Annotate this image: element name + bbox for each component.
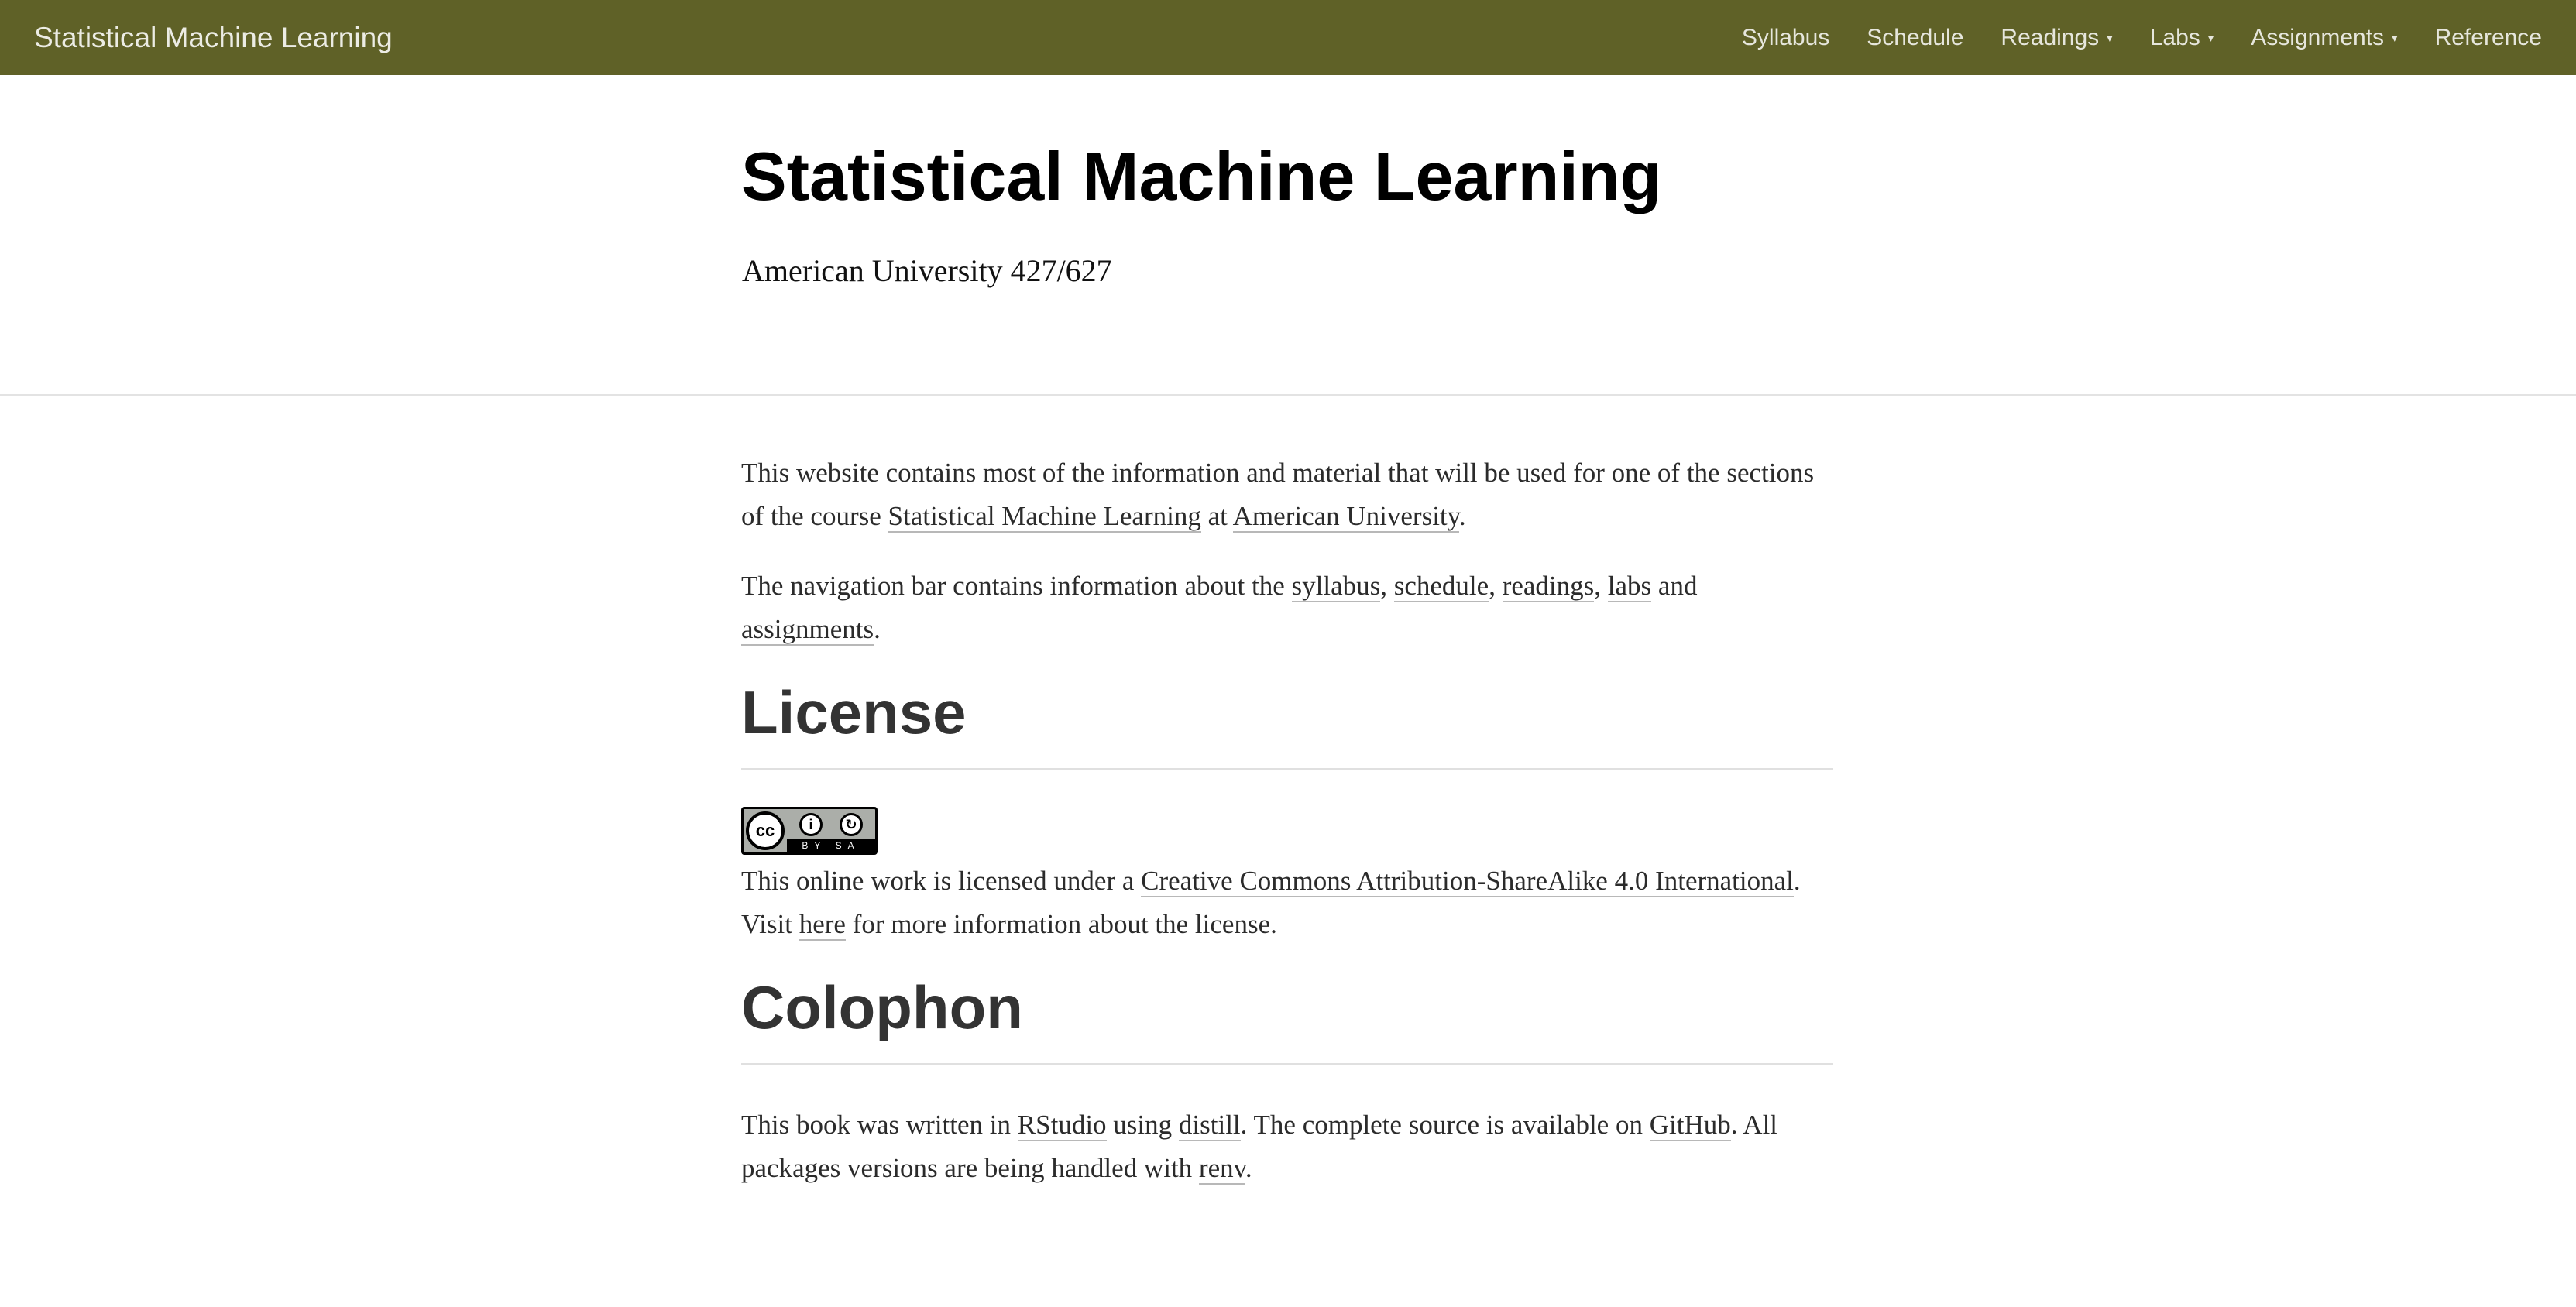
text: This online work is licensed under a (741, 866, 1142, 896)
github-link[interactable]: GitHub (1649, 1110, 1731, 1141)
cc-by-sa-badge-icon[interactable]: cc i ↻ BY SA (741, 807, 878, 855)
caret-down-icon: ▾ (2392, 31, 2398, 45)
cc-icon: cc (746, 811, 785, 850)
page-header: Statistical Machine Learning American Un… (0, 75, 2576, 396)
text: using (1106, 1110, 1179, 1140)
colophon-paragraph: This book was written in RStudio using d… (741, 1103, 1833, 1190)
nav-item-label: Syllabus (1741, 24, 1830, 50)
text: . The complete source is available on (1240, 1110, 1650, 1140)
share-alike-icon: ↻ (840, 813, 863, 836)
nav-dropdown-assignments[interactable]: Assignments ▾ (2251, 25, 2397, 51)
text: , (1489, 571, 1503, 601)
caret-down-icon: ▾ (2107, 31, 2113, 45)
nav-item-label: Schedule (1867, 24, 1964, 50)
readings-link[interactable]: readings (1502, 571, 1595, 602)
text: and (1651, 571, 1698, 601)
page-subtitle: American University 427/627 (742, 253, 1112, 288)
badge-strip: BY SA (787, 839, 875, 852)
labs-link[interactable]: labs (1607, 571, 1652, 602)
license-paragraph: This online work is licensed under a Cre… (741, 859, 1833, 946)
text: . (1245, 1153, 1252, 1183)
nav-item-label: Assignments (2251, 24, 2385, 50)
course-link[interactable]: Statistical Machine Learning (888, 501, 1201, 533)
badge-by-label: BY (802, 840, 827, 851)
badge-sa-label: SA (835, 840, 860, 851)
text: at (1200, 501, 1233, 531)
nav-item-reference[interactable]: Reference (2435, 25, 2542, 51)
renv-link[interactable]: renv (1198, 1153, 1245, 1185)
distill-link[interactable]: distill (1178, 1110, 1241, 1141)
nav-dropdown-readings[interactable]: Readings ▾ (2001, 25, 2112, 51)
nav-menu: Syllabus Schedule Readings ▾ Labs ▾ Assign… (1705, 25, 2542, 51)
intro-paragraph: This website contains most of the inform… (741, 451, 1833, 538)
navigation-paragraph: The navigation bar contains information … (741, 564, 1833, 651)
text: , (1594, 571, 1608, 601)
license-info-link[interactable]: here (799, 909, 846, 941)
text: This book was written in (741, 1110, 1018, 1140)
nav-item-syllabus[interactable]: Syllabus (1742, 25, 1829, 51)
text: , (1380, 571, 1394, 601)
caret-down-icon: ▾ (2207, 31, 2214, 45)
text: . (874, 614, 881, 644)
nav-item-label: Reference (2434, 24, 2542, 50)
site-brand-link[interactable]: Statistical Machine Learning (34, 22, 393, 54)
nav-item-label: Labs (2149, 24, 2200, 50)
rstudio-link[interactable]: RStudio (1017, 1110, 1107, 1141)
attribution-icon: i (799, 813, 823, 836)
text: for more information about the license. (845, 909, 1277, 939)
main-content: This website contains most of the inform… (741, 451, 1833, 1216)
syllabus-link[interactable]: syllabus (1291, 571, 1381, 602)
colophon-heading: Colophon (741, 973, 1833, 1065)
text: The navigation bar contains information … (741, 571, 1292, 601)
nav-item-schedule[interactable]: Schedule (1867, 25, 1963, 51)
top-navbar: Statistical Machine Learning Syllabus Sc… (0, 0, 2576, 75)
assignments-link[interactable]: assignments (741, 614, 874, 646)
schedule-link[interactable]: schedule (1393, 571, 1489, 602)
nav-dropdown-labs[interactable]: Labs ▾ (2150, 25, 2214, 51)
cc-license-link[interactable]: Creative Commons Attribution-ShareAlike … (1141, 866, 1794, 897)
text: . (1458, 501, 1466, 531)
nav-item-label: Readings (2001, 24, 2100, 50)
page-title: Statistical Machine Learning (741, 138, 1662, 214)
university-link[interactable]: American University (1232, 501, 1459, 533)
license-heading: License (741, 678, 1833, 770)
